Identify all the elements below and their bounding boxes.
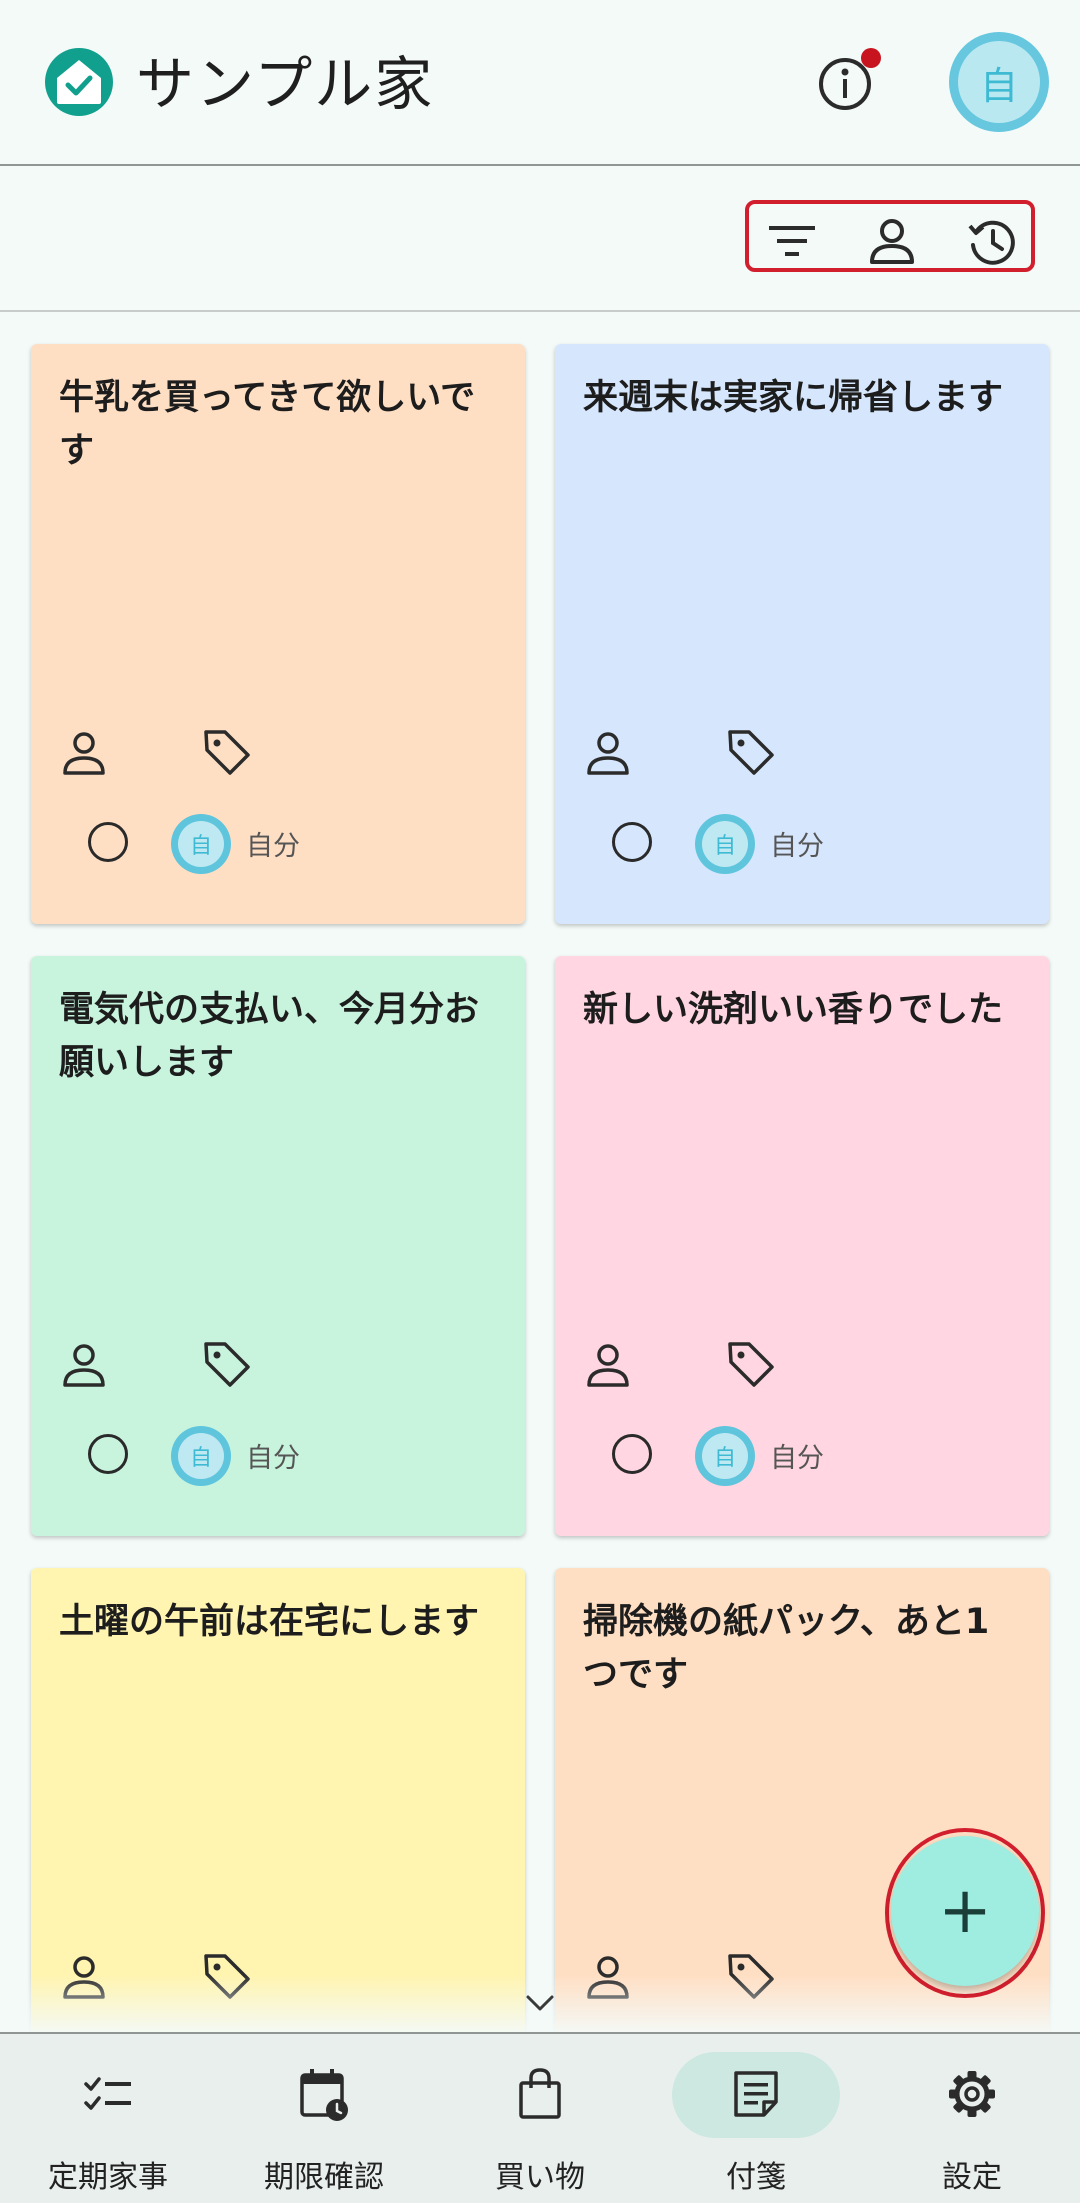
- note-card[interactable]: 電気代の支払い、今月分お願いします 自 自分: [31, 956, 525, 1536]
- info-icon[interactable]: [812, 44, 882, 120]
- complete-checkbox[interactable]: [612, 1434, 652, 1474]
- note-text: 掃除機の紙パック、あと1つです: [583, 1602, 990, 1695]
- person-icon[interactable]: [61, 1342, 107, 1388]
- sticky-note-icon: [734, 2071, 778, 2117]
- tag-icon[interactable]: [725, 726, 777, 778]
- nav-item-sticky-notes[interactable]: 付箋: [648, 2034, 864, 2203]
- tag-icon[interactable]: [201, 1338, 253, 1390]
- note-card[interactable]: 新しい洗剤いい香りでした 自 自分: [555, 956, 1049, 1536]
- bottom-navigation: 定期家事 期限確認 買い物 付箋 設定: [0, 2032, 1080, 2203]
- assignee-name: 自分: [246, 1443, 300, 1474]
- nav-label: 定期家事: [48, 2160, 168, 2195]
- note-text: 牛乳を買ってきて欲しいです: [59, 378, 476, 471]
- toolbar-highlight: [745, 200, 1035, 272]
- person-icon[interactable]: [585, 1342, 631, 1388]
- checklist-icon: [84, 2077, 131, 2110]
- assignee-name: 自分: [770, 1443, 824, 1474]
- tag-icon[interactable]: [201, 726, 253, 778]
- nav-item-routine-chores[interactable]: 定期家事: [0, 2034, 216, 2203]
- note-card[interactable]: 牛乳を買ってきて欲しいです 自 自分: [31, 344, 525, 924]
- nav-item-settings[interactable]: 設定: [864, 2034, 1080, 2203]
- assignee-avatar: 自: [695, 1426, 755, 1486]
- assignee-name: 自分: [246, 831, 300, 862]
- assignee-name: 自分: [770, 831, 824, 862]
- note-card[interactable]: 来週末は実家に帰省します 自 自分: [555, 344, 1049, 924]
- person-icon[interactable]: [61, 730, 107, 776]
- nav-item-deadline-check[interactable]: 期限確認: [216, 2034, 432, 2203]
- add-note-button[interactable]: +: [891, 1836, 1039, 1986]
- app-header: サンプル家 自: [0, 0, 1080, 166]
- assignee-avatar: 自: [171, 814, 231, 874]
- notes-grid: 牛乳を買ってきて欲しいです 自 自分 来週末は実家に帰省します 自 自分 電気代…: [0, 312, 1080, 2032]
- person-icon[interactable]: [867, 216, 917, 266]
- tag-icon[interactable]: [725, 1338, 777, 1390]
- complete-checkbox[interactable]: [88, 1434, 128, 1474]
- gear-icon: [949, 2071, 995, 2117]
- assignee-initial: 自: [178, 1433, 224, 1479]
- nav-label: 付箋: [726, 2160, 786, 2195]
- assignee-initial: 自: [702, 821, 748, 867]
- assignee-initial: 自: [702, 1433, 748, 1479]
- complete-checkbox[interactable]: [88, 822, 128, 862]
- app-title: サンプル家: [136, 50, 435, 118]
- note-text: 来週末は実家に帰省します: [583, 378, 1004, 418]
- chevron-down-icon[interactable]: [522, 1988, 558, 2018]
- user-avatar[interactable]: 自: [949, 32, 1049, 132]
- filter-toolbar: [0, 166, 1080, 312]
- home-check-icon[interactable]: [44, 47, 114, 117]
- calendar-clock-icon: [300, 2069, 348, 2121]
- person-icon[interactable]: [585, 730, 631, 776]
- nav-label: 買い物: [495, 2160, 585, 2195]
- shopping-bag-icon: [519, 2068, 561, 2119]
- nav-label: 設定: [942, 2160, 1002, 2195]
- note-text: 土曜の午前は在宅にします: [59, 1602, 480, 1642]
- assignee-avatar: 自: [695, 814, 755, 874]
- assignee-avatar: 自: [171, 1426, 231, 1486]
- user-avatar-initial: 自: [958, 41, 1040, 123]
- notification-dot: [861, 48, 881, 68]
- note-text: 新しい洗剤いい香りでした: [583, 990, 1004, 1030]
- nav-label: 期限確認: [264, 2160, 384, 2195]
- assignee-initial: 自: [178, 821, 224, 867]
- note-text: 電気代の支払い、今月分お願いします: [59, 990, 480, 1083]
- complete-checkbox[interactable]: [612, 822, 652, 862]
- filter-icon[interactable]: [767, 216, 817, 266]
- nav-item-shopping[interactable]: 買い物: [432, 2034, 648, 2203]
- note-card[interactable]: 土曜の午前は在宅にします 自 自分: [31, 1568, 525, 2032]
- history-icon[interactable]: [967, 216, 1017, 266]
